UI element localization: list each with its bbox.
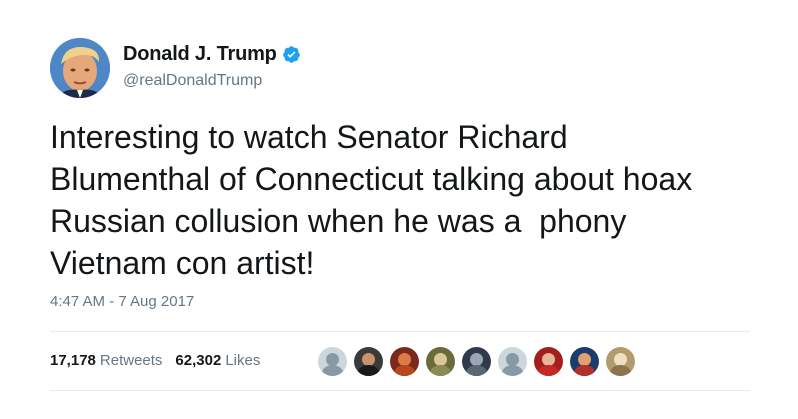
avatar-body bbox=[502, 365, 523, 376]
avatar-body bbox=[610, 365, 631, 376]
avatar-body bbox=[394, 365, 415, 376]
retweets-stat[interactable]: 17,178 Retweets bbox=[50, 352, 162, 369]
retweets-label: Retweets bbox=[99, 352, 163, 369]
avatar-body bbox=[322, 365, 343, 376]
user-handle[interactable]: @realDonaldTrump bbox=[123, 72, 301, 90]
liker-avatar[interactable] bbox=[534, 347, 563, 376]
likes-count: 62,302 bbox=[175, 352, 222, 369]
avatar-body bbox=[430, 365, 451, 376]
liker-avatar[interactable] bbox=[354, 347, 383, 376]
avatar-body bbox=[538, 365, 559, 376]
liker-avatar[interactable] bbox=[426, 347, 455, 376]
profile-photo-icon bbox=[50, 38, 110, 98]
liker-avatar[interactable] bbox=[606, 347, 635, 376]
tweet-timestamp[interactable]: 4:47 AM - 7 Aug 2017 bbox=[50, 293, 194, 310]
stats-divider-top bbox=[50, 331, 750, 332]
display-name[interactable]: Donald J. Trump bbox=[123, 43, 277, 66]
tweet-card: Donald J. Trump @realDonaldTrump Interes… bbox=[0, 0, 798, 419]
retweets-count: 17,178 bbox=[50, 352, 96, 369]
liker-avatars bbox=[318, 347, 642, 376]
liker-avatar[interactable] bbox=[318, 347, 347, 376]
verified-badge-icon bbox=[282, 45, 300, 63]
tweet-header: Donald J. Trump @realDonaldTrump bbox=[50, 38, 301, 100]
user-names: Donald J. Trump @realDonaldTrump bbox=[123, 38, 301, 90]
tweet-stats: 17,178 Retweets 62,302 Likes bbox=[50, 352, 273, 369]
tweet-text: Interesting to watch Senator Richard Blu… bbox=[50, 119, 693, 281]
avatar-body bbox=[574, 365, 595, 376]
liker-avatar[interactable] bbox=[390, 347, 419, 376]
profile-avatar[interactable] bbox=[50, 38, 110, 98]
display-name-row: Donald J. Trump bbox=[123, 41, 301, 67]
stats-divider-bottom bbox=[50, 390, 750, 391]
liker-avatar[interactable] bbox=[498, 347, 527, 376]
likes-label: Likes bbox=[225, 352, 261, 369]
avatar-body bbox=[466, 365, 487, 376]
avatar-body bbox=[358, 365, 379, 376]
liker-avatar[interactable] bbox=[462, 347, 491, 376]
liker-avatar[interactable] bbox=[570, 347, 599, 376]
likes-stat[interactable]: 62,302 Likes bbox=[175, 352, 260, 369]
